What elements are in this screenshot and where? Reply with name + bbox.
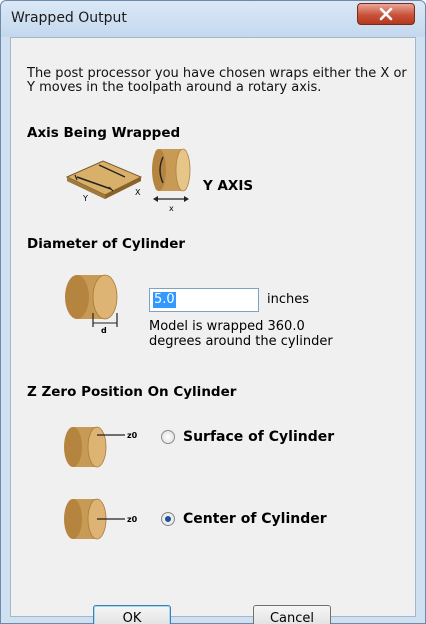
cylinder-surface-z0-icon: z0	[64, 426, 138, 468]
axis-section-heading: Axis Being Wrapped	[27, 125, 181, 141]
center-radio-label[interactable]: Center of Cylinder	[183, 511, 327, 527]
cancel-button[interactable]: Cancel	[253, 605, 331, 624]
cylinder-axis-label: x	[169, 204, 174, 213]
center-radio-button[interactable]	[161, 512, 175, 526]
diameter-units: inches	[267, 292, 310, 307]
ok-button[interactable]: OK	[93, 605, 171, 624]
flat-axis-x-label: X	[135, 188, 141, 197]
diameter-d-label: d	[101, 326, 107, 333]
cylinder-diameter-icon: d	[65, 274, 118, 333]
title-bar[interactable]: Wrapped Output	[1, 1, 425, 37]
surface-radio-label[interactable]: Surface of Cylinder	[183, 429, 334, 445]
surface-radio-button[interactable]	[161, 430, 175, 444]
cylinder-center-z0-icon: z0	[64, 498, 138, 540]
diameter-value: 5.0	[153, 292, 176, 308]
surface-z0-label: z0	[127, 431, 138, 440]
radio-surface-of-cylinder[interactable]: Surface of Cylinder	[161, 429, 334, 445]
wrap-degrees-note: Model is wrapped 360.0 degrees around th…	[149, 319, 333, 349]
close-icon	[379, 7, 393, 21]
flat-axis-y-label: Y	[82, 194, 88, 203]
dialog-body: The post processor you have chosen wraps…	[10, 37, 416, 624]
axis-value: Y AXIS	[203, 178, 254, 194]
cylinder-x-axis-icon: x	[152, 148, 191, 213]
dialog-title: Wrapped Output	[11, 10, 127, 26]
wrapped-output-dialog: Wrapped Output The post processor you ha…	[0, 0, 426, 624]
center-z0-label: z0	[127, 515, 138, 524]
diameter-section-heading: Diameter of Cylinder	[27, 236, 186, 252]
diameter-input[interactable]: 5.0	[149, 288, 259, 312]
intro-text: The post processor you have chosen wraps…	[27, 66, 407, 95]
flat-material-xy-icon: Y X	[65, 160, 143, 203]
radio-center-of-cylinder[interactable]: Center of Cylinder	[161, 511, 327, 527]
close-button[interactable]	[357, 3, 415, 25]
zzero-section-heading: Z Zero Position On Cylinder	[27, 384, 237, 400]
